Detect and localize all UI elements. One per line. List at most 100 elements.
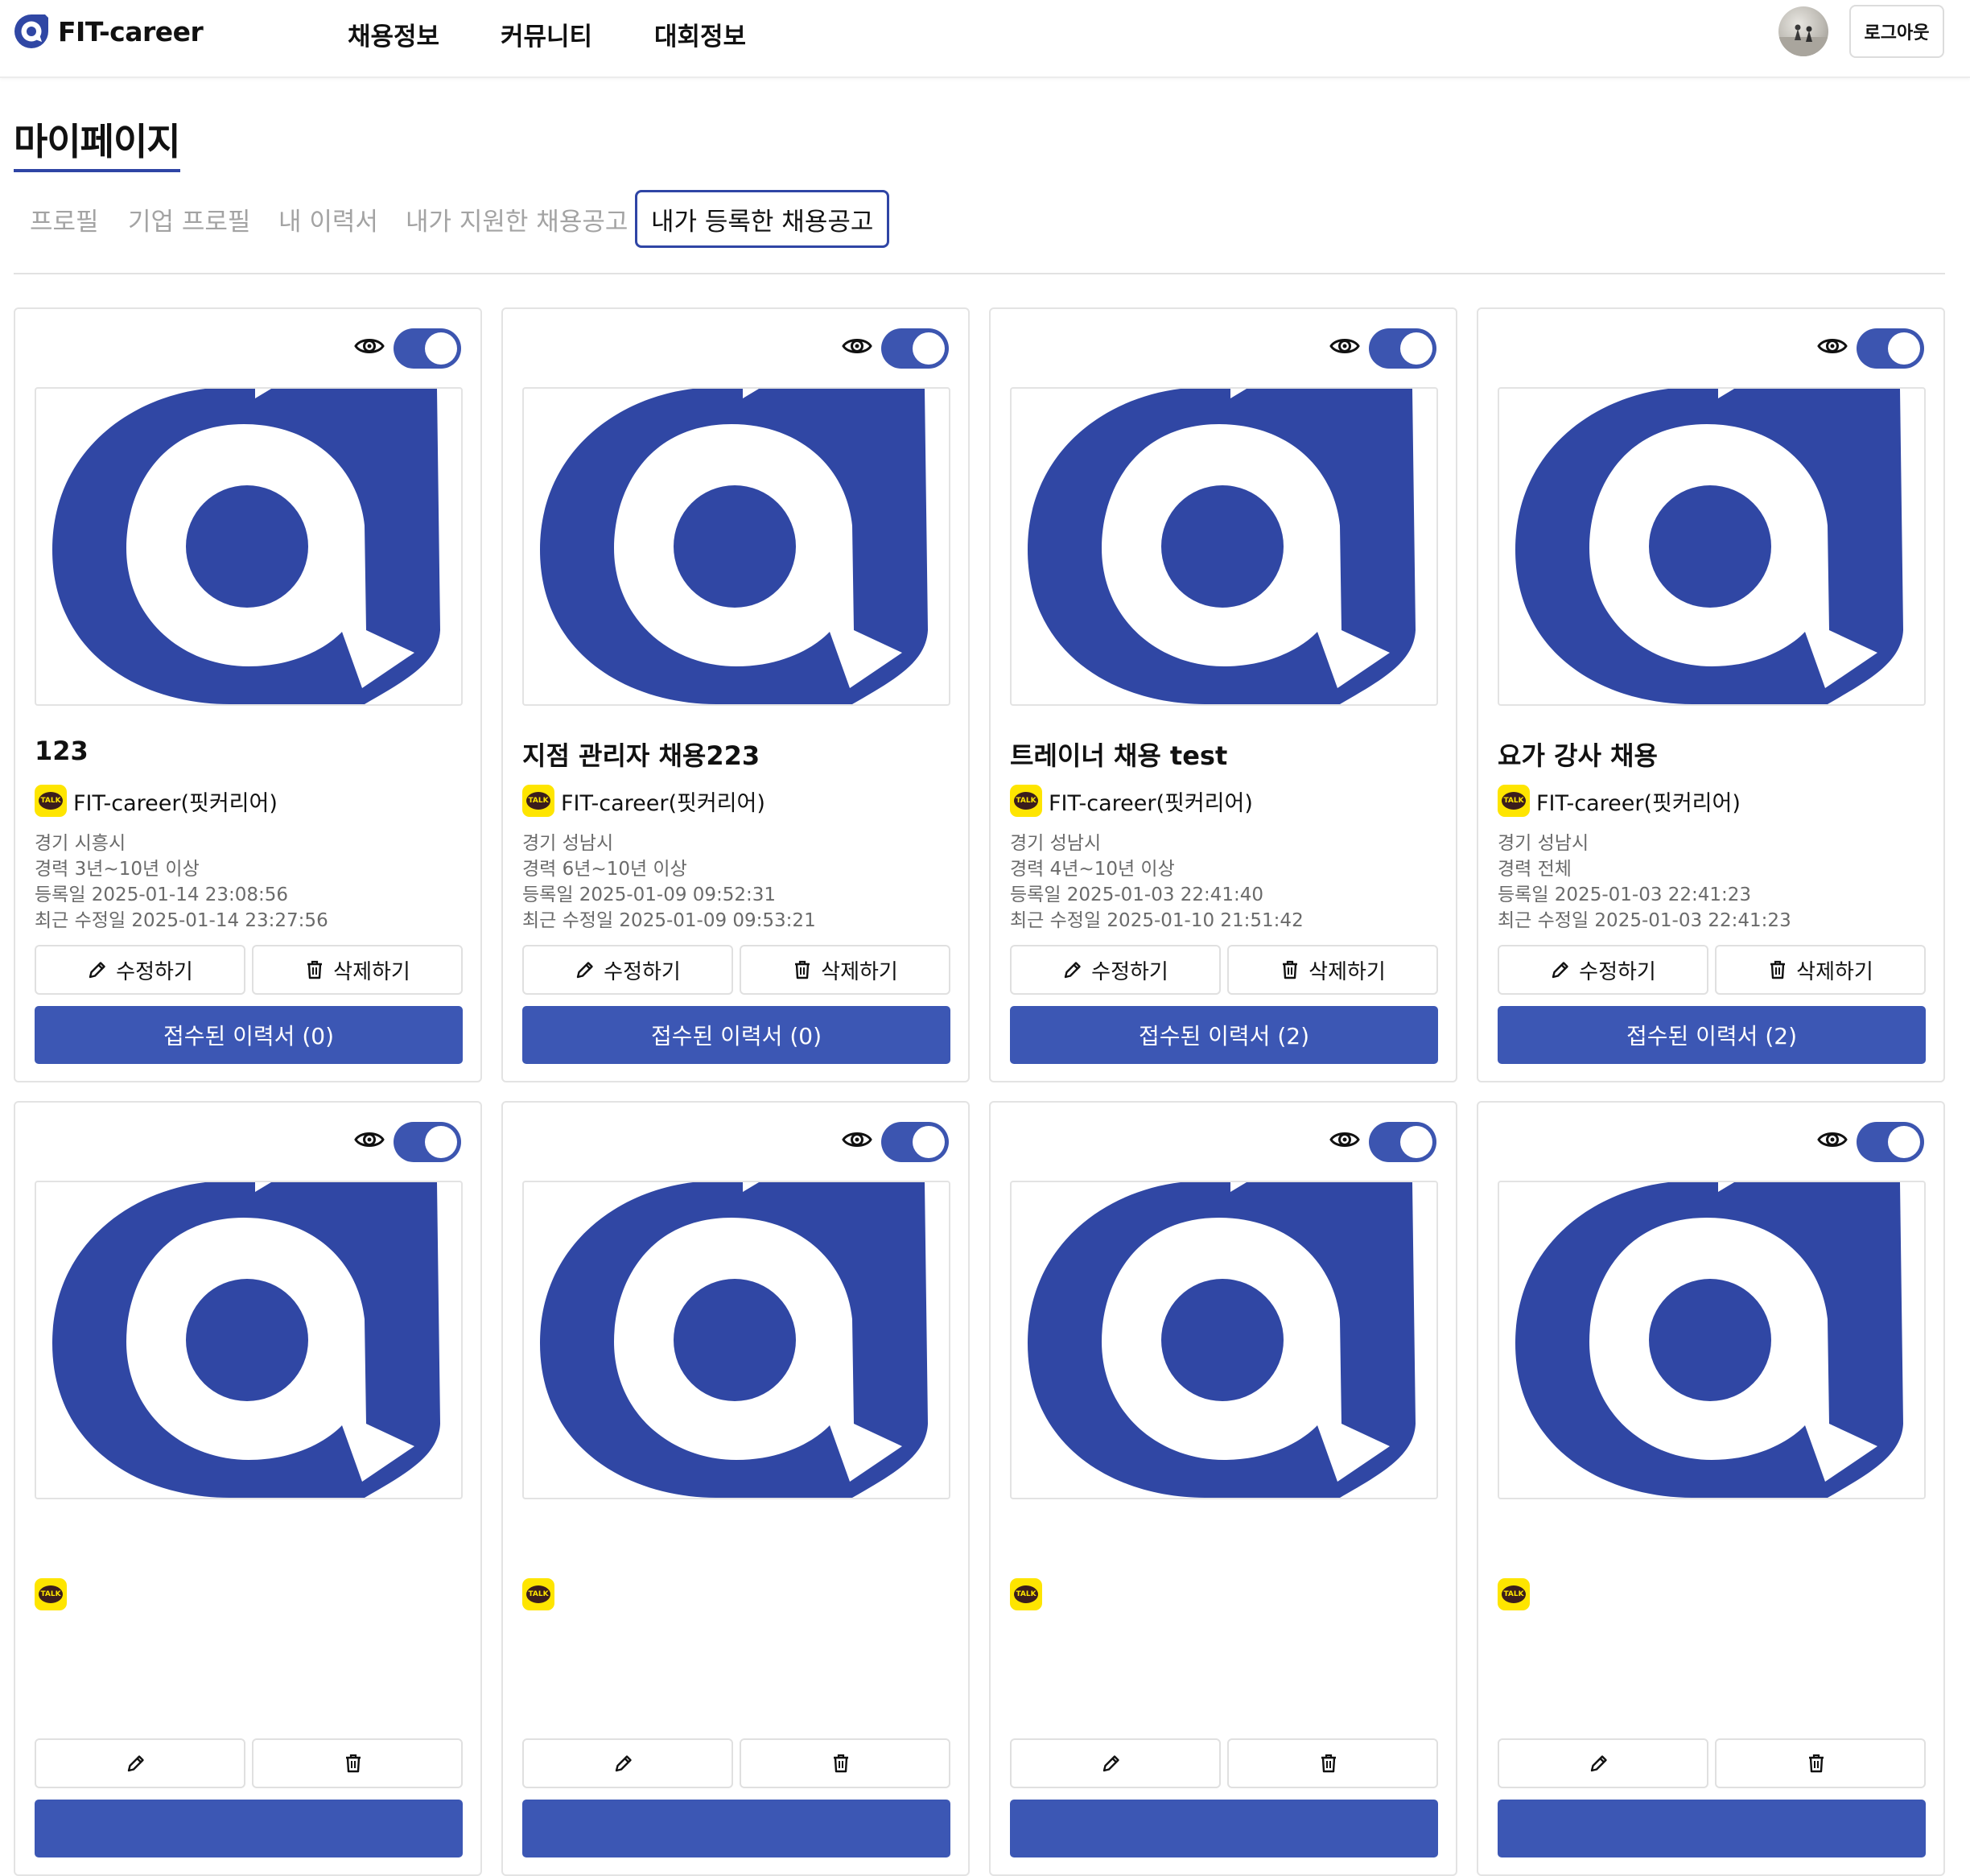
nav-item-competitions[interactable]: 대회정보 bbox=[654, 16, 746, 52]
received-resumes-button[interactable]: 접수된 이력서 (2) bbox=[1010, 1006, 1438, 1064]
received-resumes-button[interactable]: 접수된 이력서 (2) bbox=[1498, 1006, 1926, 1064]
delete-button[interactable] bbox=[1227, 1738, 1438, 1788]
received-resumes-button[interactable] bbox=[1010, 1800, 1438, 1857]
talk-bubble-icon: TALK bbox=[1502, 792, 1526, 810]
kakaotalk-icon: TALK bbox=[35, 1578, 67, 1610]
visibility-toggle[interactable] bbox=[394, 328, 461, 369]
received-resumes-button[interactable]: 접수된 이력서 (0) bbox=[35, 1006, 463, 1064]
edit-button[interactable] bbox=[35, 1738, 245, 1788]
visibility-toggle[interactable] bbox=[1369, 328, 1436, 369]
visibility-toggle[interactable] bbox=[881, 328, 949, 369]
job-registered-date: 등록일 2025-01-14 23:08:56 bbox=[35, 884, 289, 905]
company-row: TALK bbox=[522, 1577, 561, 1611]
job-thumbnail[interactable] bbox=[1010, 1181, 1438, 1499]
edit-label: 수정하기 bbox=[1579, 959, 1656, 984]
company-row: TALK bbox=[1010, 1577, 1049, 1611]
received-resumes-button[interactable] bbox=[35, 1800, 463, 1857]
trash-icon bbox=[1283, 960, 1298, 979]
kakaotalk-icon: TALK bbox=[522, 1578, 554, 1610]
talk-bubble-icon: TALK bbox=[1014, 1585, 1038, 1603]
job-registered-date: 등록일 2025-01-03 22:41:23 bbox=[1498, 884, 1752, 905]
delete-button[interactable]: 삭제하기 bbox=[1227, 945, 1438, 995]
visibility-toggle[interactable] bbox=[1857, 328, 1924, 369]
logout-button[interactable]: 로그아웃 bbox=[1849, 5, 1944, 58]
nav-item-community[interactable]: 커뮤니티 bbox=[501, 16, 592, 52]
fit-career-logo-icon bbox=[1515, 389, 1903, 704]
pencil-icon bbox=[1590, 1755, 1607, 1772]
job-career: 경력 4년~10년 이상 bbox=[1010, 859, 1175, 880]
job-thumbnail[interactable] bbox=[1498, 1181, 1926, 1499]
edit-button[interactable]: 수정하기 bbox=[35, 945, 245, 995]
job-thumbnail[interactable] bbox=[1498, 387, 1926, 706]
visibility-eye-icon bbox=[842, 339, 872, 353]
job-thumbnail[interactable] bbox=[522, 387, 950, 706]
job-location: 경기 성남시 bbox=[1498, 833, 1589, 854]
card-actions bbox=[1498, 1738, 1926, 1788]
job-title[interactable]: 123 bbox=[35, 736, 89, 766]
delete-button[interactable] bbox=[252, 1738, 463, 1788]
delete-button[interactable] bbox=[740, 1738, 950, 1788]
trash-icon bbox=[1770, 960, 1786, 979]
visibility-eye-icon bbox=[354, 339, 385, 353]
delete-button[interactable]: 삭제하기 bbox=[252, 945, 463, 995]
job-thumbnail[interactable] bbox=[522, 1181, 950, 1499]
tabs-divider bbox=[14, 273, 1945, 274]
job-thumbnail[interactable] bbox=[35, 1181, 463, 1499]
pencil-icon bbox=[89, 962, 105, 979]
edit-button[interactable]: 수정하기 bbox=[522, 945, 733, 995]
fit-career-logo-icon bbox=[540, 1182, 928, 1498]
trash-icon bbox=[307, 960, 323, 979]
page-title: 마이페이지 bbox=[14, 113, 181, 172]
company-row: TALK bbox=[1498, 1577, 1536, 1611]
visibility-toggle[interactable] bbox=[1857, 1122, 1924, 1162]
delete-label: 삭제하기 bbox=[1796, 959, 1873, 984]
delete-button[interactable] bbox=[1715, 1738, 1926, 1788]
company-row: TALK bbox=[35, 1577, 73, 1611]
edit-button[interactable] bbox=[522, 1738, 733, 1788]
job-registered-date: 등록일 2025-01-03 22:41:40 bbox=[1010, 884, 1264, 905]
trash-icon bbox=[346, 1754, 361, 1773]
nav-item-jobs[interactable]: 채용정보 bbox=[348, 16, 439, 52]
tab-posted-jobs[interactable]: 내가 등록한 채용공고 bbox=[635, 190, 890, 248]
received-resumes-button[interactable] bbox=[522, 1800, 950, 1857]
delete-button[interactable]: 삭제하기 bbox=[1715, 945, 1926, 995]
pencil-icon bbox=[127, 1755, 144, 1772]
edit-button[interactable] bbox=[1498, 1738, 1708, 1788]
delete-label: 삭제하기 bbox=[1309, 959, 1386, 984]
edit-button[interactable]: 수정하기 bbox=[1498, 945, 1708, 995]
job-title[interactable]: 트레이너 채용 test bbox=[1010, 736, 1227, 773]
delete-label: 삭제하기 bbox=[821, 959, 898, 984]
talk-bubble-icon: TALK bbox=[39, 1585, 63, 1603]
job-title[interactable]: 요가 강사 채용 bbox=[1498, 736, 1658, 773]
talk-bubble-icon: TALK bbox=[526, 792, 550, 810]
talk-bubble-icon: TALK bbox=[1014, 792, 1038, 810]
tab-my-resume[interactable]: 내 이력서 bbox=[278, 190, 378, 248]
company-name: FIT-career(핏커리어) bbox=[561, 790, 765, 816]
brand-home-link[interactable]: FIT-career bbox=[13, 13, 204, 50]
edit-button[interactable] bbox=[1010, 1738, 1221, 1788]
job-card: 요가 강사 채용 TALK FIT-career(핏커리어) 경기 성남시 경력… bbox=[1477, 307, 1945, 1082]
visibility-toggle[interactable] bbox=[881, 1122, 949, 1162]
visibility-toggle[interactable] bbox=[1369, 1122, 1436, 1162]
toggle-knob bbox=[1400, 1126, 1432, 1158]
talk-bubble-icon: TALK bbox=[526, 1585, 550, 1603]
job-title[interactable]: 지점 관리자 채용223 bbox=[522, 736, 760, 773]
visibility-toggle[interactable] bbox=[394, 1122, 461, 1162]
edit-label: 수정하기 bbox=[604, 959, 681, 984]
received-resumes-button[interactable]: 접수된 이력서 (0) bbox=[522, 1006, 950, 1064]
tab-applied-jobs[interactable]: 내가 지원한 채용공고 bbox=[406, 190, 628, 248]
company-row: TALK FIT-career(핏커리어) bbox=[35, 784, 278, 818]
user-avatar[interactable] bbox=[1778, 6, 1828, 56]
toggle-knob bbox=[425, 1126, 457, 1158]
tab-profile[interactable]: 프로필 bbox=[30, 190, 99, 248]
pencil-icon bbox=[1064, 962, 1081, 979]
delete-button[interactable]: 삭제하기 bbox=[740, 945, 950, 995]
visibility-eye-icon bbox=[1329, 339, 1360, 353]
visibility-eye-icon bbox=[354, 1132, 385, 1147]
pencil-icon bbox=[615, 1755, 632, 1772]
tab-company-profile[interactable]: 기업 프로필 bbox=[128, 190, 250, 248]
job-thumbnail[interactable] bbox=[1010, 387, 1438, 706]
received-resumes-button[interactable] bbox=[1498, 1800, 1926, 1857]
job-thumbnail[interactable] bbox=[35, 387, 463, 706]
edit-button[interactable]: 수정하기 bbox=[1010, 945, 1221, 995]
